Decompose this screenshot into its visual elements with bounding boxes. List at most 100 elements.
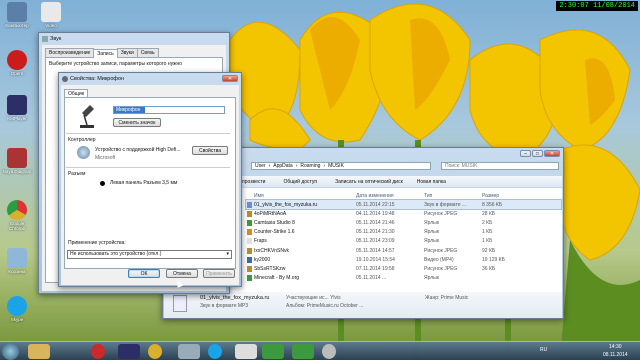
cell-type: Ярлык (424, 229, 439, 236)
overlay-clock: 2:30:07 11/08/2014 (556, 1, 638, 11)
cell-size: 2 КБ (482, 219, 493, 226)
cell-date: 19.10.2014 15:54 (356, 256, 395, 263)
details-type: Звук в формате MP3 (200, 303, 249, 309)
table-row[interactable]: ky2000 19.10.2014 15:54 Видео (MP4) 19 129 … (246, 255, 561, 264)
taskbar-media[interactable] (91, 344, 105, 359)
table-row[interactable]: Minecraft - By M.org 05.11.2014 ... Ярлык (246, 274, 561, 283)
taskbar-chrome[interactable] (148, 344, 162, 359)
divider-2 (66, 167, 230, 168)
tab-sounds[interactable]: Звуки (116, 48, 138, 57)
search-input[interactable]: Поиск: MUSIK (441, 162, 559, 170)
cancel-button[interactable]: Отмена (166, 269, 198, 278)
desktop-icon-opera[interactable]: Opera (2, 50, 32, 76)
start-button[interactable] (2, 343, 19, 360)
table-row[interactable]: Fraps 05.11.2014 23:09 Ярлык 1 КБ (246, 237, 561, 246)
sound-titlebar[interactable]: Звук (39, 33, 229, 44)
cell-type: Звук в формате ... (424, 201, 467, 208)
jack-indicator-icon (100, 181, 105, 186)
change-icon-button[interactable]: Сменить значок (113, 118, 161, 127)
sound-icon (42, 35, 48, 42)
desktop-icon-recycle-bin[interactable]: Корзина (2, 248, 32, 274)
camera-icon (41, 2, 61, 22)
taskbar-window-1[interactable] (235, 344, 257, 359)
tab-playback[interactable]: Воспроизведение (45, 48, 95, 57)
breadcrumb-appdata[interactable]: AppData (273, 163, 292, 169)
cell-size: 1 КБ (482, 238, 493, 245)
toolbar-burn[interactable]: Записать на оптический диск (335, 179, 403, 185)
table-row[interactable]: Camtasia Studio 8 05.11.2014 21:46 Ярлык 2 … (246, 218, 561, 227)
cell-size: 1 КБ (482, 229, 493, 236)
sound-tabs: Воспроизведение Запись Звуки Связь (45, 48, 223, 58)
cell-size: 19 129 КБ (482, 256, 505, 263)
column-size[interactable]: Размер (482, 193, 499, 199)
file-icon (247, 210, 252, 217)
language-indicator[interactable]: RU (540, 347, 547, 353)
desktop-icon-chrome[interactable]: Google Chrome (2, 200, 32, 231)
properties-button[interactable]: Свойства (192, 146, 228, 155)
file-icon (247, 265, 252, 272)
table-row[interactable]: 4oPiMRtNAoA 04.11.2014 19:48 Рисунок JPEG 2… (246, 209, 561, 218)
toolbar-share[interactable]: Общий доступ (283, 179, 317, 185)
breadcrumb-user[interactable]: User (255, 163, 266, 169)
column-type[interactable]: Тип (424, 193, 432, 199)
cell-date: 07.11.2014 19:58 (356, 265, 395, 272)
column-name[interactable]: Имя (254, 193, 264, 199)
controller-vendor: Microsoft (95, 155, 116, 161)
taskbar-skype[interactable] (208, 344, 222, 359)
taskbar-kmplayer[interactable] (118, 344, 140, 359)
table-row[interactable]: SbSsRTSKzw 07.11.2014 19:58 Рисунок JPEG 36… (246, 264, 561, 273)
toolbar-organize[interactable]: прозвести (242, 179, 265, 185)
desktop-icon-kmplayer[interactable]: KMPlayer (2, 95, 32, 121)
divider-1 (66, 133, 230, 134)
maximize-button[interactable]: □ (532, 150, 543, 157)
mic-title: Свойства: Микрофон (70, 75, 125, 82)
table-row[interactable]: IxxCHKVnSNvk 05.11.2014 14:57 Рисунок JPEG… (246, 246, 561, 255)
close-button[interactable]: ✕ (544, 150, 560, 157)
tab-communications[interactable]: Связь (136, 48, 159, 57)
breadcrumb-roaming[interactable]: Roaming (300, 163, 320, 169)
details-album: Альбом: PrimeMusic.ru October ... (286, 303, 364, 309)
breadcrumb-musik[interactable]: MUSIK (328, 163, 344, 169)
minimize-button[interactable]: – (520, 150, 531, 157)
taskbar-explorer[interactable] (28, 344, 50, 359)
desktop-icon-computer[interactable]: Компьютер (2, 2, 32, 28)
cell-date: 05.11.2014 ... (356, 275, 387, 282)
cell-type: Ярлык (424, 275, 439, 282)
taskbar-camtasia-1[interactable] (262, 344, 284, 359)
toolbar-new-folder[interactable]: Новая папка (417, 179, 446, 185)
cell-date: 05.11.2014 23:09 (356, 238, 395, 245)
column-date[interactable]: Дата изменения (356, 193, 394, 199)
table-row[interactable]: Counter-Strike 1.6 05.11.2014 21:30 Ярлык 1… (246, 228, 561, 237)
mic-title-icon (62, 75, 68, 82)
apply-button[interactable]: Применить (203, 269, 235, 278)
tab-recording[interactable]: Запись (93, 49, 118, 58)
desktop-icon-skype[interactable]: Skype (2, 296, 32, 322)
sound-instruction: Выберите устройство записи, параметры ко… (49, 61, 183, 67)
details-genre: Жанр: Prime Music (425, 295, 469, 301)
cell-type: Рисунок JPEG (424, 210, 458, 217)
taskbar-audio[interactable] (178, 344, 200, 359)
tray-time[interactable]: 14:30 (609, 344, 622, 350)
taskbar-disc[interactable] (322, 344, 336, 359)
taskbar-camtasia-2[interactable] (292, 344, 314, 359)
usage-label: Применение устройства: (68, 240, 126, 246)
cell-date: 05.11.2014 21:46 (356, 219, 395, 226)
mic-titlebar[interactable]: Свойства: Микрофон ✕ (59, 73, 241, 84)
file-icon (247, 256, 252, 263)
sound-title: Звук (50, 35, 62, 42)
ok-button[interactable]: ОК (128, 269, 160, 278)
table-row[interactable]: 01_ylvis_the_fox_myzuka.ru 05.11.2014 22:… (245, 199, 562, 210)
controller-label: Контроллер (68, 137, 96, 143)
tray-date[interactable]: 08.11.2014 (603, 352, 628, 358)
details-participants: Участвующие ис... Ylvis (286, 295, 341, 301)
cell-name: ky2000 (254, 256, 271, 263)
usage-select-value: Не использовать это устройство (откл.) (70, 251, 162, 257)
mic-name-field[interactable]: Микрофон (113, 106, 225, 114)
desktop-icon-ninja[interactable]: Naya Diagram (2, 148, 32, 174)
desktop-icon-video[interactable]: Video (36, 2, 66, 28)
mic-close-button[interactable]: ✕ (222, 75, 238, 82)
address-bar[interactable]: User › AppData › Roaming › MUSIK (251, 162, 431, 170)
file-icon (247, 219, 252, 226)
cell-size: 28 КБ (482, 210, 496, 217)
usage-select[interactable]: Не использовать это устройство (откл.) ▾ (67, 250, 232, 259)
